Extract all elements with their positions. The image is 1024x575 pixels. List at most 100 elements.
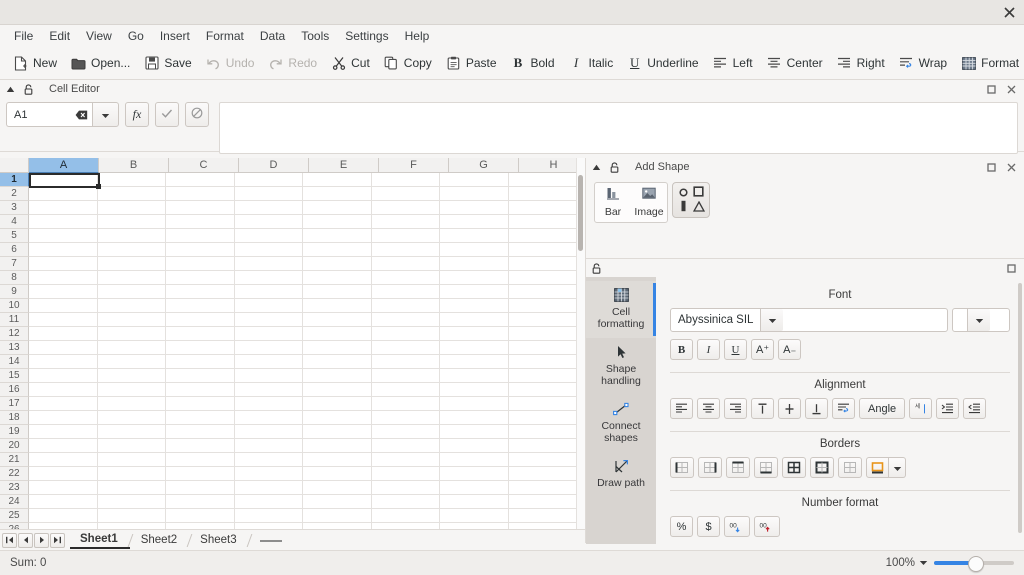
add-sheet-button[interactable] <box>260 539 282 542</box>
cell-G1[interactable] <box>440 173 509 187</box>
row-header-17[interactable]: 17 <box>0 397 29 411</box>
cell-C25[interactable] <box>166 509 235 523</box>
cell-C22[interactable] <box>166 467 235 481</box>
cell-F9[interactable] <box>372 285 441 299</box>
cell-G11[interactable] <box>440 313 509 327</box>
cell-B4[interactable] <box>98 215 167 229</box>
cell-B15[interactable] <box>98 369 167 383</box>
cell-A23[interactable] <box>29 481 98 495</box>
row-header-23[interactable]: 23 <box>0 481 29 495</box>
cell-H12[interactable] <box>509 327 578 341</box>
cell-B9[interactable] <box>98 285 167 299</box>
cell-H23[interactable] <box>509 481 578 495</box>
cell-A15[interactable] <box>29 369 98 383</box>
underline-button[interactable]: U <box>724 339 747 360</box>
menu-insert[interactable]: Insert <box>152 27 198 45</box>
cell-E13[interactable] <box>303 341 372 355</box>
formula-input[interactable] <box>219 102 1018 154</box>
cell-A16[interactable] <box>29 383 98 397</box>
menu-format[interactable]: Format <box>198 27 252 45</box>
cell-B11[interactable] <box>98 313 167 327</box>
cell-E5[interactable] <box>303 229 372 243</box>
align-bottom-button[interactable] <box>805 398 828 419</box>
cell-F17[interactable] <box>372 397 441 411</box>
row-header-1[interactable]: 1 <box>0 173 29 187</box>
vertical-text-button[interactable]: 세 <box>909 398 932 419</box>
cell-H22[interactable] <box>509 467 578 481</box>
cell-H10[interactable] <box>509 299 578 313</box>
cell-H21[interactable] <box>509 453 578 467</box>
fill-handle[interactable] <box>96 184 101 189</box>
cell-B7[interactable] <box>98 257 167 271</box>
toolbar-bold-button[interactable]: B Bold <box>504 53 562 74</box>
close-x-icon[interactable] <box>1006 84 1017 95</box>
last-sheet-button[interactable] <box>50 533 65 548</box>
align-center-button[interactable] <box>697 398 720 419</box>
menu-tools[interactable]: Tools <box>293 27 337 45</box>
cell-D2[interactable] <box>235 187 304 201</box>
font-family-dropdown-button[interactable] <box>760 309 783 331</box>
cell-A9[interactable] <box>29 285 98 299</box>
cell-E1[interactable] <box>303 173 372 187</box>
cell-G6[interactable] <box>440 243 509 257</box>
cell-H25[interactable] <box>509 509 578 523</box>
cell-H3[interactable] <box>509 201 578 215</box>
cell-G19[interactable] <box>440 425 509 439</box>
sidebar-item-draw-path[interactable]: Draw path <box>586 452 656 497</box>
cell-G14[interactable] <box>440 355 509 369</box>
cell-F4[interactable] <box>372 215 441 229</box>
cell-H14[interactable] <box>509 355 578 369</box>
cell-G23[interactable] <box>440 481 509 495</box>
cell-D24[interactable] <box>235 495 304 509</box>
toolbar-copy-button[interactable]: Copy <box>377 53 439 74</box>
toolbar-underline-button[interactable]: U Underline <box>620 53 705 74</box>
border-right-button[interactable] <box>698 457 722 478</box>
cell-H1[interactable] <box>509 173 578 187</box>
cell-C23[interactable] <box>166 481 235 495</box>
cell-G18[interactable] <box>440 411 509 425</box>
row-header-14[interactable]: 14 <box>0 355 29 369</box>
cell-A24[interactable] <box>29 495 98 509</box>
cell-D18[interactable] <box>235 411 304 425</box>
angle-button[interactable]: Angle <box>859 398 905 419</box>
row-header-19[interactable]: 19 <box>0 425 29 439</box>
window-close-button[interactable] <box>1000 4 1018 21</box>
cell-C16[interactable] <box>166 383 235 397</box>
shapes-palette-button[interactable] <box>672 182 710 218</box>
column-header-g[interactable]: G <box>449 158 519 173</box>
cell-G24[interactable] <box>440 495 509 509</box>
cell-E21[interactable] <box>303 453 372 467</box>
insert-bar-chart-button[interactable]: Bar <box>595 183 631 222</box>
menu-go[interactable]: Go <box>120 27 152 45</box>
cell-F8[interactable] <box>372 271 441 285</box>
cell-E25[interactable] <box>303 509 372 523</box>
cell-C21[interactable] <box>166 453 235 467</box>
cell-C11[interactable] <box>166 313 235 327</box>
cell-F14[interactable] <box>372 355 441 369</box>
cell-F11[interactable] <box>372 313 441 327</box>
cell-C9[interactable] <box>166 285 235 299</box>
toolbar-wrap-button[interactable]: Wrap <box>892 53 954 74</box>
cell-B14[interactable] <box>98 355 167 369</box>
maximize-square-icon[interactable] <box>986 84 997 95</box>
row-header-13[interactable]: 13 <box>0 341 29 355</box>
cell-C12[interactable] <box>166 327 235 341</box>
cell-F10[interactable] <box>372 299 441 313</box>
cell-C24[interactable] <box>166 495 235 509</box>
cell-D12[interactable] <box>235 327 304 341</box>
border-none-button[interactable] <box>838 457 862 478</box>
toolbar-cut-button[interactable]: Cut <box>324 53 377 74</box>
cell-D14[interactable] <box>235 355 304 369</box>
next-sheet-button[interactable] <box>34 533 49 548</box>
cell-A4[interactable] <box>29 215 98 229</box>
cell-G3[interactable] <box>440 201 509 215</box>
cell-B25[interactable] <box>98 509 167 523</box>
cell-C6[interactable] <box>166 243 235 257</box>
cell-F23[interactable] <box>372 481 441 495</box>
cell-A3[interactable] <box>29 201 98 215</box>
cell-H5[interactable] <box>509 229 578 243</box>
align-middle-button[interactable] <box>778 398 801 419</box>
cell-C18[interactable] <box>166 411 235 425</box>
cell-E19[interactable] <box>303 425 372 439</box>
cell-A17[interactable] <box>29 397 98 411</box>
